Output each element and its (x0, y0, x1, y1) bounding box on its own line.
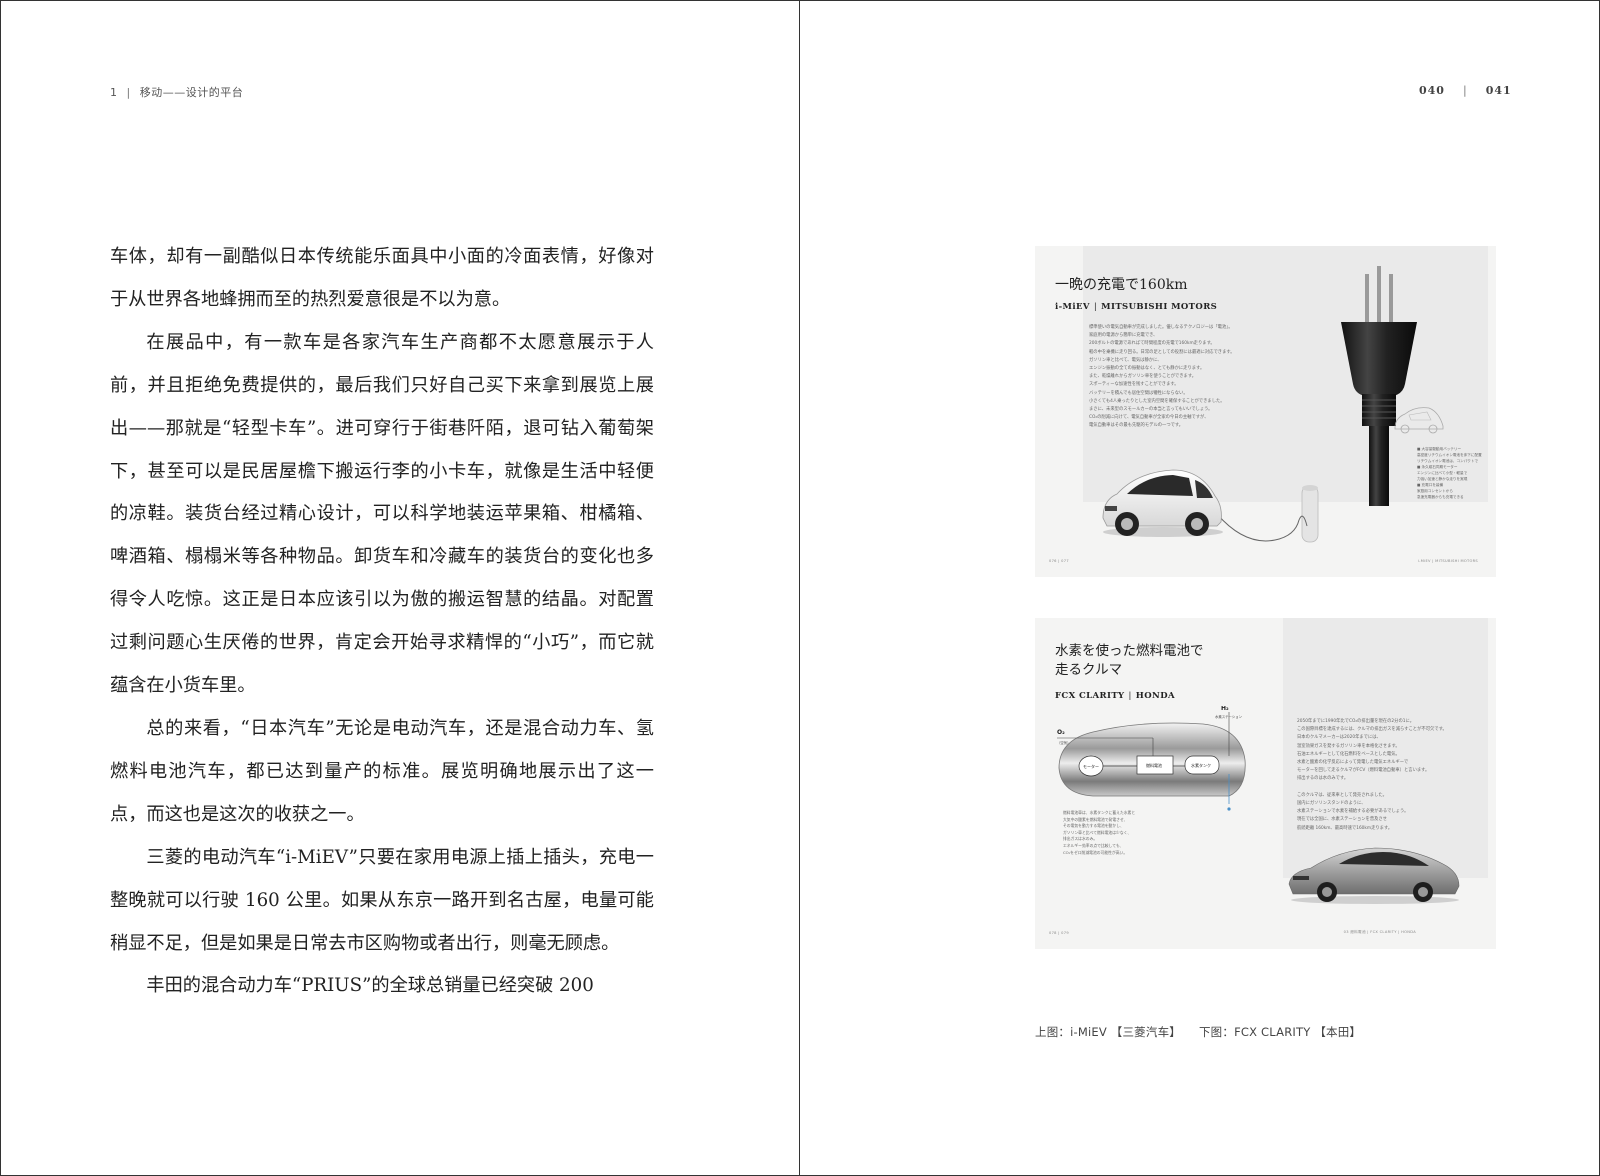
left-running-head: 1 | 移动——设计的平台 (110, 84, 243, 100)
figure-side-notes: ■ 大容量駆動用バッテリー 高密度リチウムイオン電池を床下に配置 リチウムイオン… (1417, 447, 1482, 499)
running-head-separator: | (126, 86, 131, 99)
i-miev-car-image (1102, 469, 1223, 537)
figure-subtitle: i-MiEV | MITSUBISHI MOTORS (1055, 302, 1217, 312)
subtitle-bar: | (1128, 691, 1132, 701)
car-outline-drawing (1394, 407, 1444, 434)
figure-bottom-footer-right: 03 燃料電池 | FCX CLARITY | HONDA (1343, 930, 1416, 934)
subtitle-bar: | (1093, 302, 1098, 312)
right-page-number-left: 040 (1419, 84, 1445, 97)
motor-label: モーター (1083, 763, 1099, 769)
caption-top-label: 上图：i-MiEV (1035, 1025, 1107, 1039)
figure-maker: HONDA (1135, 691, 1175, 701)
right-page-number-right: 041 (1485, 84, 1512, 97)
h2-label: H₂ (1221, 706, 1229, 712)
figure-model: i-MiEV (1055, 302, 1090, 312)
fuel-cell-diagram: O₂ （空気） H₂ 水素ステーション モーター 燃料電池 水素タンク (1057, 706, 1246, 811)
o2-air-label: （空気） (1057, 740, 1071, 745)
h2-station-label: 水素ステーション (1215, 714, 1243, 719)
figure-subtitle: FCX CLARITY | HONDA (1055, 691, 1175, 701)
figure-top-footer-left: 076 | 077 (1049, 559, 1069, 563)
paragraph-1: 车体，却有一副酷似日本传统能乐面具中小面的冷面表情，好像对于从世界各地蜂拥而至的… (110, 246, 654, 310)
caption-top-maker: 【三菱汽车】 (1110, 1025, 1181, 1039)
caption-bottom-maker: 【本田】 (1314, 1025, 1362, 1039)
body-text: 车体，却有一副酷似日本传统能乐面具中小面的冷面表情，好像对于从世界各地蜂拥而至的… (110, 236, 654, 1008)
caption-bottom-label: 下图：FCX CLARITY (1198, 1025, 1311, 1039)
figure-caption: 上图：i-MiEV 【三菱汽车】 下图：FCX CLARITY 【本田】 (1035, 1024, 1361, 1040)
right-running-head: 040 | 041 (1419, 84, 1512, 97)
figure-bottom-footer-left: 078 | 079 (1049, 931, 1069, 935)
chapter-title: 移动——设计的平台 (139, 86, 244, 99)
figure-title-line-2: 走るクルマ (1055, 662, 1123, 678)
paragraph-5: 丰田的混合动力车“PRIUS”的全球总销量已经突破 200 (146, 975, 594, 997)
figure-model: FCX CLARITY (1055, 691, 1125, 701)
figure-body-text: 標準使いの電気自動車が完成しました。優しなるテクノロジーは「電池」。 家庭用の電… (1089, 325, 1235, 429)
h2-tank-label: 水素タンク (1191, 762, 1211, 768)
power-plug-icon (1341, 266, 1417, 506)
paragraph-2: 在展品中，有一款车是各家汽车生产商都不太愿意展示于人前，并且拒绝免费提供的，最后… (110, 331, 654, 697)
figure-maker: MITSUBISHI MOTORS (1101, 302, 1218, 312)
fuel-cell-label: 燃料電池 (1146, 762, 1162, 768)
figure-top-footer-right: i-MiEV | MITSUBISHI MOTORS (1417, 559, 1478, 563)
fcx-clarity-car-image (1288, 847, 1460, 904)
charging-cable (1216, 513, 1308, 542)
figure-fcx-clarity: 水素を使った燃料電池で 走るクルマ FCX CLARITY | HONDA O₂ （… (1035, 618, 1496, 949)
paragraph-3: 总的来看，“日本汽车”无论是电动汽车，还是混合动力车、氢燃料电池汽车，都已达到量… (110, 717, 654, 825)
o2-label: O₂ (1057, 729, 1065, 736)
paragraph-4: 三菱的电动汽车“i-MiEV”只要在家用电源上插上插头，充电一整晚就可以行驶 1… (110, 846, 654, 954)
left-page-number: 1 (110, 86, 118, 99)
figure-body-text: 2050年までに1990年比でCO₂の排出量を現在の2分の1に。 この国際目標を… (1297, 719, 1447, 831)
page-number-separator: | (1462, 84, 1468, 97)
figure-title: 一晩の充電で160km (1055, 277, 1188, 293)
page-gutter (799, 0, 800, 1176)
figure-i-miev: 一晩の充電で160km i-MiEV | MITSUBISHI MOTORS 標準使… (1035, 246, 1496, 577)
figure-title-line-1: 水素を使った燃料電池で (1055, 643, 1204, 659)
figure-title: 水素を使った燃料電池で 走るクルマ (1055, 642, 1204, 680)
diagram-note: 燃料電池車は、水素タンクに蓄えた水素と 大気中の酸素を燃料電池で発電させ、 その… (1063, 810, 1136, 855)
